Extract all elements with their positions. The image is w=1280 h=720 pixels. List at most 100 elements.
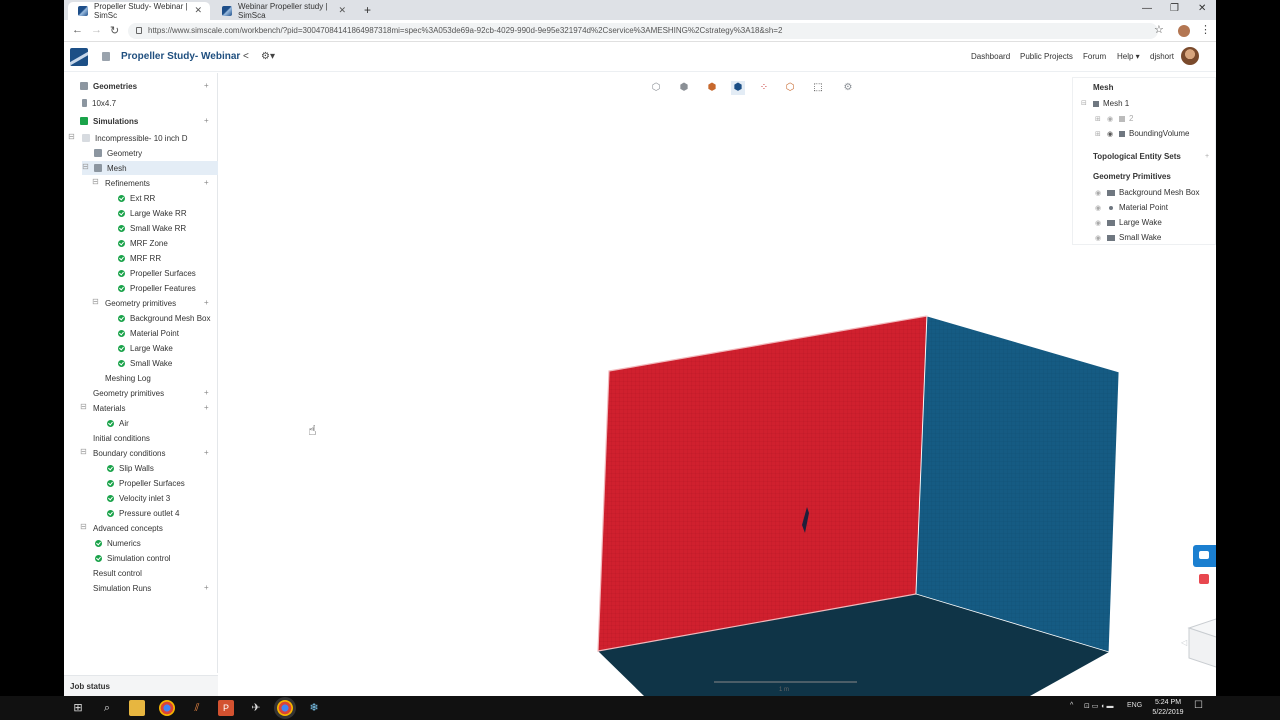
tree-primitive-item[interactable]: Background Mesh Box bbox=[118, 311, 211, 325]
tree-material-item[interactable]: Air bbox=[107, 416, 129, 430]
file-explorer-icon[interactable] bbox=[129, 700, 145, 716]
tree-refinement-item[interactable]: Large Wake RR bbox=[118, 206, 187, 220]
visibility-eye-icon[interactable]: ◉ bbox=[1095, 234, 1101, 242]
collapse-icon[interactable]: ⊟ bbox=[92, 177, 99, 186]
tree-meshing-log[interactable]: Meshing Log bbox=[105, 371, 151, 385]
powerpoint-icon[interactable]: P bbox=[218, 700, 234, 716]
share-icon[interactable]: < bbox=[243, 51, 249, 62]
close-window-icon[interactable]: ✕ bbox=[1198, 3, 1206, 14]
close-tab-icon[interactable]: ✕ bbox=[338, 5, 346, 16]
user-avatar[interactable] bbox=[1181, 47, 1199, 65]
search-icon[interactable]: ⌕ bbox=[99, 700, 115, 716]
expand-icon[interactable]: ⊞ bbox=[1095, 115, 1101, 123]
job-status-bar[interactable]: Job status bbox=[64, 675, 218, 696]
3d-viewer[interactable]: ⬡ ⬢ ⬢ ⬢ ⁘ ⬡ ⬚ ⚙ 1 m ◁ bbox=[219, 73, 1216, 696]
nav-forum[interactable]: Forum bbox=[1083, 52, 1106, 61]
view-cube[interactable] bbox=[1187, 601, 1216, 668]
tree-geometry-item[interactable]: 10x4.7 bbox=[82, 96, 116, 110]
tree-geometry[interactable]: Geometry bbox=[94, 146, 142, 160]
url-field[interactable]: https://www.simscale.com/workbench/?pid=… bbox=[128, 23, 1158, 39]
tree-refinement-item[interactable]: Small Wake RR bbox=[118, 221, 186, 235]
visibility-eye-icon[interactable]: ◉ bbox=[1095, 189, 1101, 197]
scene-mesh-child[interactable]: BoundingVolume bbox=[1119, 129, 1190, 138]
app-snowflake-icon[interactable]: ❄ bbox=[306, 700, 322, 716]
tree-bc-item[interactable]: Pressure outlet 4 bbox=[107, 506, 179, 520]
collapse-icon[interactable]: ⊟ bbox=[80, 447, 87, 456]
tree-geometries[interactable]: Geometries bbox=[80, 79, 137, 93]
browser-menu-icon[interactable]: ⋮ bbox=[1200, 23, 1211, 36]
add-geometry-primitive-icon[interactable]: + bbox=[204, 388, 209, 397]
expand-icon[interactable]: ⊞ bbox=[1095, 130, 1101, 138]
scene-mesh-child[interactable]: 2 bbox=[1119, 114, 1133, 123]
reload-icon[interactable]: ↻ bbox=[110, 24, 119, 37]
add-material-icon[interactable]: + bbox=[204, 403, 209, 412]
add-refinement-icon[interactable]: + bbox=[204, 178, 209, 187]
tab-propeller-study[interactable]: Propeller Study- Webinar | SimSc ✕ bbox=[68, 2, 210, 20]
gift-icon[interactable] bbox=[1199, 574, 1209, 584]
close-tab-icon[interactable]: ✕ bbox=[194, 5, 202, 16]
tree-result-control[interactable]: Result control bbox=[93, 566, 142, 580]
nav-public-projects[interactable]: Public Projects bbox=[1020, 52, 1073, 61]
collapse-icon[interactable]: ⊟ bbox=[80, 522, 87, 531]
tree-refinement-item[interactable]: Propeller Surfaces bbox=[118, 266, 196, 280]
tree-simulation[interactable]: Incompressible- 10 inch D bbox=[82, 131, 187, 145]
add-boundary-condition-icon[interactable]: + bbox=[204, 448, 209, 457]
collapse-icon[interactable]: ⊟ bbox=[92, 297, 99, 306]
scene-primitive-item[interactable]: Background Mesh Box bbox=[1107, 188, 1200, 197]
tree-mesh-geometry-primitives[interactable]: Geometry primitives bbox=[105, 296, 176, 310]
add-simulation-run-icon[interactable]: + bbox=[204, 583, 209, 592]
profile-avatar[interactable] bbox=[1178, 25, 1190, 37]
collapse-icon[interactable]: ⊟ bbox=[80, 402, 87, 411]
tree-bc-item[interactable]: Slip Walls bbox=[107, 461, 154, 475]
chat-support-icon[interactable] bbox=[1193, 545, 1216, 567]
windows-start-icon[interactable]: ⊞ bbox=[70, 700, 86, 716]
tree-primitive-item[interactable]: Small Wake bbox=[118, 356, 172, 370]
tree-refinement-item[interactable]: MRF RR bbox=[118, 251, 161, 265]
add-geometry-icon[interactable]: + bbox=[204, 81, 209, 90]
tree-bc-item[interactable]: Propeller Surfaces bbox=[107, 476, 185, 490]
system-clock[interactable]: 5:24 PM 5/22/2019 bbox=[1146, 698, 1190, 718]
app-icon[interactable]: ✈ bbox=[248, 700, 264, 716]
bookmark-star-icon[interactable]: ☆ bbox=[1154, 23, 1164, 36]
topological-entity-sets-header[interactable]: Topological Entity Sets bbox=[1093, 152, 1181, 161]
scene-primitive-item[interactable]: Small Wake bbox=[1107, 233, 1161, 242]
language-indicator[interactable]: ENG bbox=[1127, 702, 1142, 709]
tab-webinar[interactable]: Webinar Propeller study | SimSca ✕ bbox=[212, 2, 354, 20]
scene-mesh-item[interactable]: Mesh 1 bbox=[1093, 99, 1129, 108]
tree-mesh[interactable]: Mesh bbox=[94, 161, 127, 175]
nav-username[interactable]: djshort bbox=[1150, 52, 1174, 61]
tree-advanced-concepts[interactable]: Advanced concepts bbox=[93, 521, 163, 535]
tree-advanced-item[interactable]: Numerics bbox=[95, 536, 141, 550]
tree-geometry-primitives[interactable]: Geometry primitives bbox=[93, 386, 164, 400]
forward-icon[interactable]: → bbox=[91, 24, 102, 36]
visibility-eye-icon[interactable]: ◉ bbox=[1095, 219, 1101, 227]
scene-primitive-item[interactable]: Large Wake bbox=[1107, 218, 1162, 227]
back-icon[interactable]: ← bbox=[72, 24, 83, 36]
tree-primitive-item[interactable]: Material Point bbox=[118, 326, 179, 340]
tree-materials[interactable]: Materials bbox=[93, 401, 125, 415]
add-entity-set-icon[interactable]: + bbox=[1205, 153, 1209, 160]
notifications-icon[interactable]: ☐ bbox=[1194, 700, 1203, 711]
nav-dashboard[interactable]: Dashboard bbox=[971, 52, 1010, 61]
collapse-icon[interactable]: ⊟ bbox=[82, 162, 89, 171]
tree-refinement-item[interactable]: Propeller Features bbox=[118, 281, 196, 295]
nav-help[interactable]: Help ▾ bbox=[1117, 52, 1140, 61]
tree-refinement-item[interactable]: Ext RR bbox=[118, 191, 155, 205]
tree-bc-item[interactable]: Velocity inlet 3 bbox=[107, 491, 170, 505]
tree-initial-conditions[interactable]: Initial conditions bbox=[93, 431, 150, 445]
tree-boundary-conditions[interactable]: Boundary conditions bbox=[93, 446, 166, 460]
add-simulation-icon[interactable]: + bbox=[204, 116, 209, 125]
chrome-active-icon[interactable] bbox=[277, 700, 293, 716]
tree-simulation-runs[interactable]: Simulation Runs bbox=[93, 581, 151, 595]
app-icon[interactable]: ⫽ bbox=[189, 700, 205, 716]
add-primitive-icon[interactable]: + bbox=[204, 298, 209, 307]
tree-primitive-item[interactable]: Large Wake bbox=[118, 341, 173, 355]
view-cube-left-arrow-icon[interactable]: ◁ bbox=[1181, 638, 1188, 647]
scene-primitive-item[interactable]: Material Point bbox=[1107, 203, 1168, 212]
minimize-icon[interactable]: — bbox=[1142, 3, 1152, 14]
tray-icons[interactable]: ⊡ ▭ ◖ ▬ bbox=[1084, 702, 1114, 710]
simscale-logo-icon[interactable] bbox=[70, 48, 88, 66]
collapse-icon[interactable]: ⊟ bbox=[68, 132, 75, 141]
project-settings-gear-icon[interactable]: ⚙▾ bbox=[261, 51, 275, 62]
collapse-icon[interactable]: ⊟ bbox=[1081, 99, 1087, 107]
